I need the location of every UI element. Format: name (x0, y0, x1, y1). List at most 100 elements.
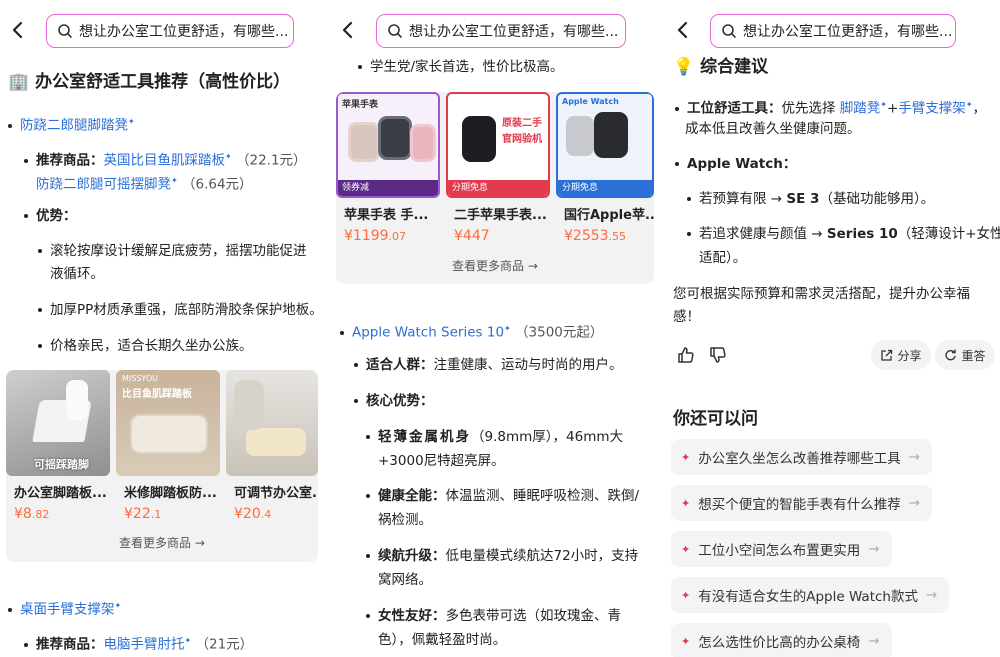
price-dec: .82 (31, 508, 50, 521)
view-more-link[interactable]: 查看更多商品 → (6, 534, 318, 551)
f1-text: （9.8mm厚），46mm大 (471, 429, 624, 445)
panel-apple-watch: 想让办公室工位更舒适，有哪些... 学生党/家长首选，性价比极高。 苹果手表 领… (330, 0, 665, 657)
recommended-products-line: 推荐商品：英国比目鱼肌踩踏板✦ （22.1元） (24, 147, 307, 171)
retry-button[interactable]: 重答 (935, 340, 995, 370)
overlay-text: 可摇踩踏脚 (34, 458, 89, 471)
crowd-text: 注重健康、运动与时尚的用户。 (433, 357, 623, 373)
star-icon: ✦ (681, 634, 691, 648)
feature-3: 续航升级：低电量模式续航达72小时，支持 (366, 546, 638, 566)
panel-summary: 想让办公室工位更舒适，有哪些... 💡 综合建议 工位舒适工具：优先选择 脚踏凳… (665, 0, 1000, 657)
bullet (366, 494, 370, 498)
section-heading: 🏢 办公室舒适工具推荐（高性价比） (8, 67, 290, 92)
view-more-label: 查看更多商品 (119, 536, 192, 550)
bullet (354, 363, 358, 367)
feature-1-cont: +3000尼特超亮屏。 (378, 453, 505, 469)
price-dec: .1 (150, 508, 162, 521)
plus-text: + (887, 100, 899, 117)
back-arrow-icon[interactable] (673, 20, 693, 40)
advantage-3: 价格亲民，适合长期久坐办公族。 (38, 336, 253, 356)
chevron-right-icon: → (527, 259, 538, 273)
suggested-question[interactable]: ✦ 怎么选性价比高的办公桌椅 → (671, 623, 892, 657)
share-label: 分享 (897, 348, 922, 363)
tool-item-armrest: 桌面手臂支撑架✦ (8, 596, 121, 620)
advantage-1-cont: 液循环。 (50, 266, 104, 282)
series-price: （3500元起） (515, 324, 604, 341)
view-more-link[interactable]: 查看更多商品 → (336, 257, 654, 274)
search-icon (722, 24, 736, 38)
search-input[interactable]: 想让办公室工位更舒适，有哪些... (376, 14, 626, 48)
rec2-item-link[interactable]: 电脑手臂肘托 (104, 637, 185, 653)
advantage-2: 加厚PP材质承重强，底部防滑胶条保护地板。 (38, 300, 323, 320)
thumbs-up-icon[interactable] (675, 344, 697, 366)
price-int: ¥20 (234, 506, 261, 522)
suggested-question[interactable]: ✦ 有没有适合女生的Apple Watch款式 → (671, 577, 950, 613)
rec-item2-link[interactable]: 防跷二郎腿可摇摆脚凳 (36, 177, 171, 193)
bullet (687, 232, 691, 236)
price-dec: .55 (608, 230, 627, 243)
feature-2-cont: 祸检测。 (378, 512, 432, 528)
bullet (8, 123, 12, 128)
feature-2: 健康全能：体温监测、睡眠呼吸检测、跌倒/ (366, 486, 639, 506)
section-heading: 💡 综合建议 (673, 52, 768, 77)
suggested-question[interactable]: ✦ 工位小空间怎么布置更实用 → (671, 531, 892, 567)
suitable-crowd: 适合人群：注重健康、运动与时尚的用户。 (354, 355, 623, 375)
rec2-price: （21元） (195, 636, 254, 653)
adv1-text: 滚轮按摩设计缓解足底疲劳，摇摆功能促进 (50, 243, 307, 259)
s2-label: Apple Watch： (687, 156, 797, 172)
suggestion-workstation: 工位舒适工具：优先选择 脚踏凳✦+手臂支撑架✦， (675, 95, 986, 119)
chair-shape (234, 380, 264, 430)
recommended-products-line: 推荐商品：电脑手臂肘托✦ （21元） (24, 631, 253, 655)
watch-shape (566, 116, 594, 156)
price-int: ¥447 (454, 228, 490, 244)
price-int: ¥2553 (564, 228, 609, 244)
f4-label: 女性友好： (378, 608, 446, 624)
footrest-link[interactable]: 脚踏凳 (840, 101, 881, 117)
bullet (354, 399, 358, 403)
bullet (8, 607, 12, 612)
price-int: ¥1199 (344, 228, 389, 244)
s2b-bold: Series 10 (826, 226, 898, 242)
product-card-group: 苹果手表 领券减 苹果手表 手... ¥1199.07 原装二手 官网验机 分期… (336, 92, 654, 284)
watch-shape (594, 112, 628, 158)
watch-shape (410, 124, 436, 162)
product-image (226, 370, 318, 476)
product-title: 可调节办公室... (234, 486, 318, 501)
search-input[interactable]: 想让办公室工位更舒适，有哪些... (46, 14, 294, 48)
core-advantages: 核心优势： (354, 391, 434, 411)
thumbs-down-icon[interactable] (707, 344, 729, 366)
star-icon: ✦ (681, 588, 691, 602)
bullet (366, 554, 370, 558)
footrest-shape (246, 428, 306, 456)
search-query: 想让办公室工位更舒适，有哪些... (743, 24, 953, 40)
feature-4: 女性友好：多色表带可选（如玫瑰金、青 (366, 606, 621, 626)
suggested-question[interactable]: ✦ 办公室久坐怎么改善推荐哪些工具 → (671, 439, 933, 475)
armrest-link[interactable]: 桌面手臂支撑架 (20, 602, 115, 618)
bullet (366, 614, 370, 618)
f3-label: 续航升级： (378, 548, 446, 564)
footrest-link[interactable]: 防跷二郎腿脚踏凳 (20, 118, 128, 134)
back-arrow-icon[interactable] (338, 20, 358, 40)
back-arrow-icon[interactable] (8, 20, 28, 40)
question-text: 有没有适合女生的Apple Watch款式 (698, 589, 918, 605)
suggestion-series10-cont: 适配）。 (699, 250, 747, 266)
rec-item1-link[interactable]: 英国比目鱼肌踩踏板 (104, 153, 226, 169)
series-10-item: Apple Watch Series 10✦ （3500元起） (340, 319, 603, 343)
suggested-question[interactable]: ✦ 想买个便宜的智能手表有什么推荐 → (671, 485, 933, 521)
bullet (366, 435, 370, 439)
bullet (340, 330, 344, 335)
f3-text: 低电量模式续航达72小时，支持 (445, 548, 639, 564)
sparkle-icon: ✦ (504, 324, 511, 333)
search-input[interactable]: 想让办公室工位更舒适，有哪些... (710, 14, 956, 48)
price-dec: .07 (388, 230, 407, 243)
price-int: ¥22 (124, 506, 151, 522)
series-10-link[interactable]: Apple Watch Series 10 (352, 325, 504, 341)
bullet (358, 65, 362, 69)
chevron-right-icon: → (194, 536, 205, 550)
search-icon (388, 24, 402, 38)
image-badge: 领券减 (338, 180, 438, 196)
refresh-icon (945, 349, 957, 360)
armrest-link[interactable]: 手臂支撑架 (898, 101, 966, 117)
question-text: 工位小空间怎么布置更实用 (698, 543, 861, 559)
share-button[interactable]: 分享 (871, 340, 931, 370)
image-badge: 分期免息 (558, 180, 652, 196)
